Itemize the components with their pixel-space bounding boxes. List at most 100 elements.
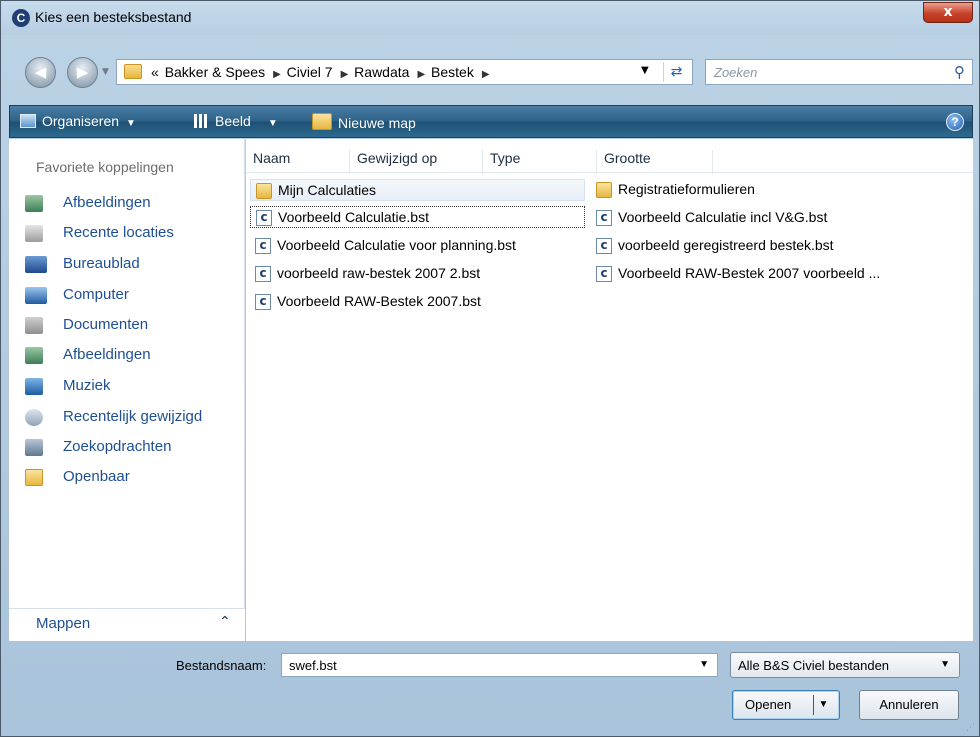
bst-file-icon: c <box>596 266 612 282</box>
chevron-down-icon: ▼ <box>126 118 136 129</box>
search-placeholder: Zoeken <box>714 65 758 80</box>
file-item[interactable]: c Voorbeeld Calculatie.bst <box>250 206 585 228</box>
nav-item-recent-places[interactable]: Recente locaties <box>25 222 240 246</box>
favorites-heading: Favoriete koppelingen <box>36 159 174 175</box>
column-header-name[interactable]: Naam <box>246 150 350 174</box>
open-button[interactable]: Openen ▼ <box>732 690 840 720</box>
chevron-down-icon: ▼ <box>940 659 950 670</box>
folders-toggle[interactable]: Mappen ⌃ <box>9 608 245 641</box>
organize-label: Organiseren <box>42 113 120 129</box>
file-item[interactable]: c voorbeeld raw-bestek 2007 2.bst <box>250 263 585 285</box>
view-button[interactable]: Beeld ▼ <box>194 113 278 129</box>
file-item-folder[interactable]: Registratieformulieren <box>591 179 966 201</box>
chevron-right-icon[interactable]: ▶ <box>273 69 281 80</box>
title-bar: C Kies een besteksbestand x <box>1 1 979 35</box>
chevron-right-icon[interactable]: ▶ <box>417 69 425 80</box>
address-bar[interactable]: « Bakker & Spees ▶ Civiel 7 ▶ Rawdata ▶ Bes… <box>116 59 693 85</box>
nav-item-desktop[interactable]: Bureaublad <box>25 253 240 277</box>
window-title: Kies een besteksbestand <box>35 9 192 25</box>
close-button[interactable]: x <box>923 2 973 23</box>
desktop-icon <box>25 256 47 273</box>
search-icon[interactable]: ⚲ <box>954 63 965 81</box>
column-headers: Naam Gewijzigd op Type Grootte <box>246 147 973 174</box>
searches-icon <box>25 439 43 456</box>
folder-icon <box>124 64 142 79</box>
new-folder-icon <box>312 113 332 130</box>
chevron-right-icon[interactable]: ▶ <box>341 69 349 80</box>
folder-icon <box>596 182 612 198</box>
bst-file-icon: c <box>596 210 612 226</box>
bst-file-icon: c <box>256 210 272 226</box>
breadcrumb-overflow[interactable]: « <box>151 64 159 80</box>
bst-file-icon: c <box>255 266 271 282</box>
help-icon[interactable]: ? <box>946 113 964 131</box>
navigation-pane: Favoriete koppelingen Afbeeldingen Recen… <box>9 139 245 641</box>
forward-arrow-icon: ▶ <box>76 63 89 81</box>
nav-item-public[interactable]: Openbaar <box>25 466 240 490</box>
nav-item-recently-changed[interactable]: Recentelijk gewijzigd <box>25 406 240 430</box>
bst-file-icon: c <box>255 294 271 310</box>
nav-item-computer[interactable]: Computer <box>25 284 240 308</box>
column-header-modified[interactable]: Gewijzigd op <box>350 150 483 174</box>
resize-grip-icon[interactable]: ⋰ <box>966 723 975 733</box>
cancel-button[interactable]: Annuleren <box>859 690 959 720</box>
address-dropdown-icon[interactable]: ▼ <box>641 65 649 76</box>
breadcrumb-item[interactable]: Rawdata <box>354 64 409 80</box>
refresh-icon[interactable]: ⇄ <box>663 62 689 82</box>
bst-file-icon: c <box>255 238 271 254</box>
open-button-label: Openen <box>745 697 792 712</box>
file-item-folder[interactable]: Mijn Calculaties <box>250 179 585 201</box>
view-label: Beeld <box>215 113 251 129</box>
chevron-down-icon[interactable]: ▼ <box>813 695 833 715</box>
recent-pages-dropdown-icon[interactable]: ▼ <box>102 67 109 77</box>
file-item[interactable]: c Voorbeeld Calculatie voor planning.bst <box>250 235 585 257</box>
nav-item-searches[interactable]: Zoekopdrachten <box>25 436 240 460</box>
app-icon: C <box>12 9 30 27</box>
column-header-size[interactable]: Grootte <box>597 150 713 174</box>
recent-places-icon <box>25 225 43 242</box>
pictures-icon <box>25 347 43 364</box>
organize-icon <box>20 114 36 128</box>
file-open-dialog: C Kies een besteksbestand x ◀ ▶ ▼ « Bakk… <box>0 0 980 737</box>
nav-item-pictures[interactable]: Afbeeldingen <box>25 192 240 216</box>
nav-item-documents[interactable]: Documenten <box>25 314 240 338</box>
file-type-select[interactable]: Alle B&S Civiel bestanden ▼ <box>730 652 960 678</box>
folders-label: Mappen <box>36 615 91 632</box>
nav-item-pictures-2[interactable]: Afbeeldingen <box>25 344 240 368</box>
recently-changed-icon <box>25 409 43 426</box>
nav-item-music[interactable]: Muziek <box>25 375 240 399</box>
filename-label: Bestandsnaam: <box>176 658 267 673</box>
new-folder-button[interactable]: Nieuwe map <box>312 113 416 131</box>
bst-file-icon: c <box>596 238 612 254</box>
documents-icon <box>25 317 43 334</box>
forward-button[interactable]: ▶ <box>67 57 98 88</box>
organize-button[interactable]: Organiseren ▼ <box>20 113 136 129</box>
file-item[interactable]: c Voorbeeld RAW-Bestek 2007 voorbeeld ..… <box>591 263 966 285</box>
dialog-footer: Bestandsnaam: swef.bst ▼ Alle B&S Civiel… <box>1 641 979 737</box>
chevron-right-icon[interactable]: ▶ <box>482 69 490 80</box>
breadcrumb: « Bakker & Spees ▶ Civiel 7 ▶ Rawdata ▶ Bes… <box>151 64 492 80</box>
breadcrumb-item[interactable]: Civiel 7 <box>287 64 333 80</box>
file-item[interactable]: c Voorbeeld RAW-Bestek 2007.bst <box>250 291 585 313</box>
search-input[interactable]: Zoeken ⚲ <box>705 59 973 85</box>
back-arrow-icon: ◀ <box>34 63 47 81</box>
folder-icon <box>256 183 272 199</box>
file-item[interactable]: c voorbeeld geregistreerd bestek.bst <box>591 235 966 257</box>
file-type-value: Alle B&S Civiel bestanden <box>738 658 890 673</box>
file-item[interactable]: c Voorbeeld Calculatie incl V&G.bst <box>591 207 966 229</box>
computer-icon <box>25 287 47 304</box>
back-button[interactable]: ◀ <box>25 57 56 88</box>
filename-value: swef.bst <box>289 658 337 673</box>
file-list: Naam Gewijzigd op Type Grootte Mijn Calc… <box>246 139 973 641</box>
breadcrumb-item[interactable]: Bestek <box>431 64 474 80</box>
toolbar: Organiseren ▼ Beeld ▼ Nieuwe map ? <box>9 105 973 138</box>
filename-field[interactable]: swef.bst ▼ <box>281 653 718 677</box>
breadcrumb-item[interactable]: Bakker & Spees <box>165 64 265 80</box>
pictures-icon <box>25 195 43 212</box>
column-header-type[interactable]: Type <box>483 150 597 174</box>
view-icon <box>194 114 209 128</box>
chevron-down-icon[interactable]: ▼ <box>699 659 709 670</box>
chevron-down-icon: ▼ <box>267 118 278 129</box>
new-folder-label: Nieuwe map <box>338 115 416 131</box>
folder-icon <box>25 469 43 486</box>
